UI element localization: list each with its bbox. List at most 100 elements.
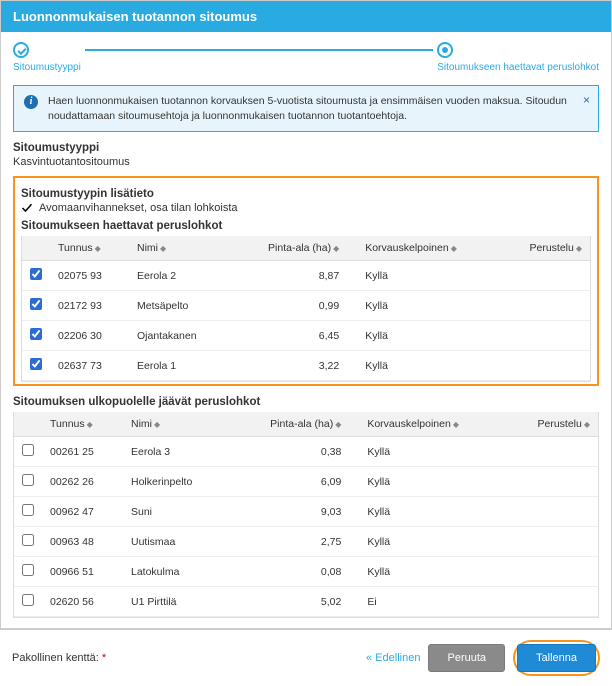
save-button[interactable]: Tallenna <box>517 644 596 672</box>
required-label: Pakollinen kenttä: * <box>12 652 106 664</box>
cell-korv: Kyllä <box>357 291 499 321</box>
cell-tunnus: 02637 73 <box>50 351 129 381</box>
cell-pinta: 3,22 <box>229 351 357 381</box>
cell-pinta: 0,38 <box>228 437 360 467</box>
close-icon[interactable]: × <box>583 92 590 109</box>
step2-icon[interactable] <box>437 42 453 58</box>
cell-korv: Kyllä <box>359 437 505 467</box>
cell-tunnus: 00261 25 <box>42 437 123 467</box>
cell-nimi: Latokulma <box>123 557 228 587</box>
sort-icon: ◆ <box>453 420 459 429</box>
cell-nimi: Holkerinpelto <box>123 467 228 497</box>
cell-pinta: 5,02 <box>228 587 360 617</box>
row-checkbox[interactable] <box>22 534 34 546</box>
cell-peru <box>505 587 598 617</box>
row-checkbox[interactable] <box>30 358 42 370</box>
col-korv[interactable]: Korvauskelpoinen◆ <box>357 236 499 261</box>
cell-peru <box>499 351 590 381</box>
cell-korv: Kyllä <box>359 557 505 587</box>
cell-nimi: Metsäpelto <box>129 291 229 321</box>
row-checkbox[interactable] <box>22 504 34 516</box>
col-pinta[interactable]: Pinta-ala (ha)◆ <box>229 236 357 261</box>
table-row: 02206 30Ojantakanen6,45Kyllä <box>22 321 590 351</box>
table-row: 02172 93Metsäpelto0,99Kyllä <box>22 291 590 321</box>
info-icon: i <box>24 95 38 109</box>
cell-peru <box>499 321 590 351</box>
sort-icon: ◆ <box>160 244 166 253</box>
row-checkbox[interactable] <box>22 444 34 456</box>
col-tunnus[interactable]: Tunnus◆ <box>50 236 129 261</box>
extra-label: Sitoumustyypin lisätieto <box>21 188 591 200</box>
prev-link[interactable]: « Edellinen <box>366 652 420 664</box>
cell-pinta: 2,75 <box>228 527 360 557</box>
cell-tunnus: 02620 56 <box>42 587 123 617</box>
excluded-title: Sitoumuksen ulkopuolelle jäävät perusloh… <box>13 396 599 408</box>
cell-tunnus: 02172 93 <box>50 291 129 321</box>
type-value: Kasvintuotantositoumus <box>13 156 599 168</box>
included-table: Tunnus◆ Nimi◆ Pinta-ala (ha)◆ Korvauskel… <box>22 236 590 381</box>
panel-title: Luonnonmukaisen tuotannon sitoumus <box>1 1 611 32</box>
cell-korv: Kyllä <box>357 261 499 291</box>
col-tunnus[interactable]: Tunnus◆ <box>42 412 123 437</box>
cell-korv: Kyllä <box>357 351 499 381</box>
step1-icon[interactable] <box>13 42 29 58</box>
step1-label[interactable]: Sitoumustyyppi <box>13 62 81 73</box>
row-checkbox[interactable] <box>30 298 42 310</box>
sort-icon: ◆ <box>154 420 160 429</box>
table-row: 02620 56U1 Pirttilä5,02Ei <box>14 587 598 617</box>
col-korv[interactable]: Korvauskelpoinen◆ <box>359 412 505 437</box>
table-row: 00962 47Suni9,03Kyllä <box>14 497 598 527</box>
cell-pinta: 9,03 <box>228 497 360 527</box>
col-nimi[interactable]: Nimi◆ <box>123 412 228 437</box>
highlight-box: Sitoumustyypin lisätieto Avomaanvihannek… <box>13 176 599 386</box>
cell-tunnus: 00962 47 <box>42 497 123 527</box>
cell-tunnus: 02206 30 <box>50 321 129 351</box>
table-row: 00262 26Holkerinpelto6,09Kyllä <box>14 467 598 497</box>
col-pinta[interactable]: Pinta-ala (ha)◆ <box>228 412 360 437</box>
excluded-table: Tunnus◆ Nimi◆ Pinta-ala (ha)◆ Korvauskel… <box>14 412 598 617</box>
cell-tunnus: 00966 51 <box>42 557 123 587</box>
cell-pinta: 8,87 <box>229 261 357 291</box>
col-peru[interactable]: Perustelu◆ <box>505 412 598 437</box>
sort-icon: ◆ <box>451 244 457 253</box>
commitment-panel: Luonnonmukaisen tuotannon sitoumus Sitou… <box>0 0 612 629</box>
cell-pinta: 0,08 <box>228 557 360 587</box>
cell-peru <box>499 261 590 291</box>
cell-pinta: 6,09 <box>228 467 360 497</box>
type-label: Sitoumustyyppi <box>13 142 599 154</box>
cell-peru <box>499 291 590 321</box>
col-peru[interactable]: Perustelu◆ <box>499 236 590 261</box>
row-checkbox[interactable] <box>30 268 42 280</box>
col-nimi[interactable]: Nimi◆ <box>129 236 229 261</box>
step-connector <box>85 49 433 51</box>
extra-value: Avomaanvihannekset, osa tilan lohkoista <box>39 202 238 214</box>
cell-peru <box>505 497 598 527</box>
cell-nimi: Suni <box>123 497 228 527</box>
cell-peru <box>505 467 598 497</box>
sort-icon: ◆ <box>576 244 582 253</box>
save-highlight: Tallenna <box>513 640 600 676</box>
cell-peru <box>505 437 598 467</box>
cancel-button[interactable]: Peruuta <box>428 644 505 672</box>
cell-nimi: Ojantakanen <box>129 321 229 351</box>
row-checkbox[interactable] <box>22 474 34 486</box>
cell-korv: Ei <box>359 587 505 617</box>
row-checkbox[interactable] <box>22 564 34 576</box>
cell-peru <box>505 527 598 557</box>
table-row: 02075 93Eerola 28,87Kyllä <box>22 261 590 291</box>
cell-pinta: 6,45 <box>229 321 357 351</box>
included-title: Sitoumukseen haettavat peruslohkot <box>21 220 591 232</box>
row-checkbox[interactable] <box>30 328 42 340</box>
sort-icon: ◆ <box>95 244 101 253</box>
alert-text: Haen luonnonmukaisen tuotannon korvaukse… <box>48 95 567 122</box>
sort-icon: ◆ <box>584 420 590 429</box>
table-row: 00966 51Latokulma0,08Kyllä <box>14 557 598 587</box>
cell-nimi: U1 Pirttilä <box>123 587 228 617</box>
check-icon <box>21 202 33 214</box>
cell-pinta: 0,99 <box>229 291 357 321</box>
step2-label[interactable]: Sitoumukseen haettavat peruslohkot <box>437 62 599 73</box>
cell-korv: Kyllä <box>359 467 505 497</box>
cell-korv: Kyllä <box>359 497 505 527</box>
cell-nimi: Uutismaa <box>123 527 228 557</box>
row-checkbox[interactable] <box>22 594 34 606</box>
